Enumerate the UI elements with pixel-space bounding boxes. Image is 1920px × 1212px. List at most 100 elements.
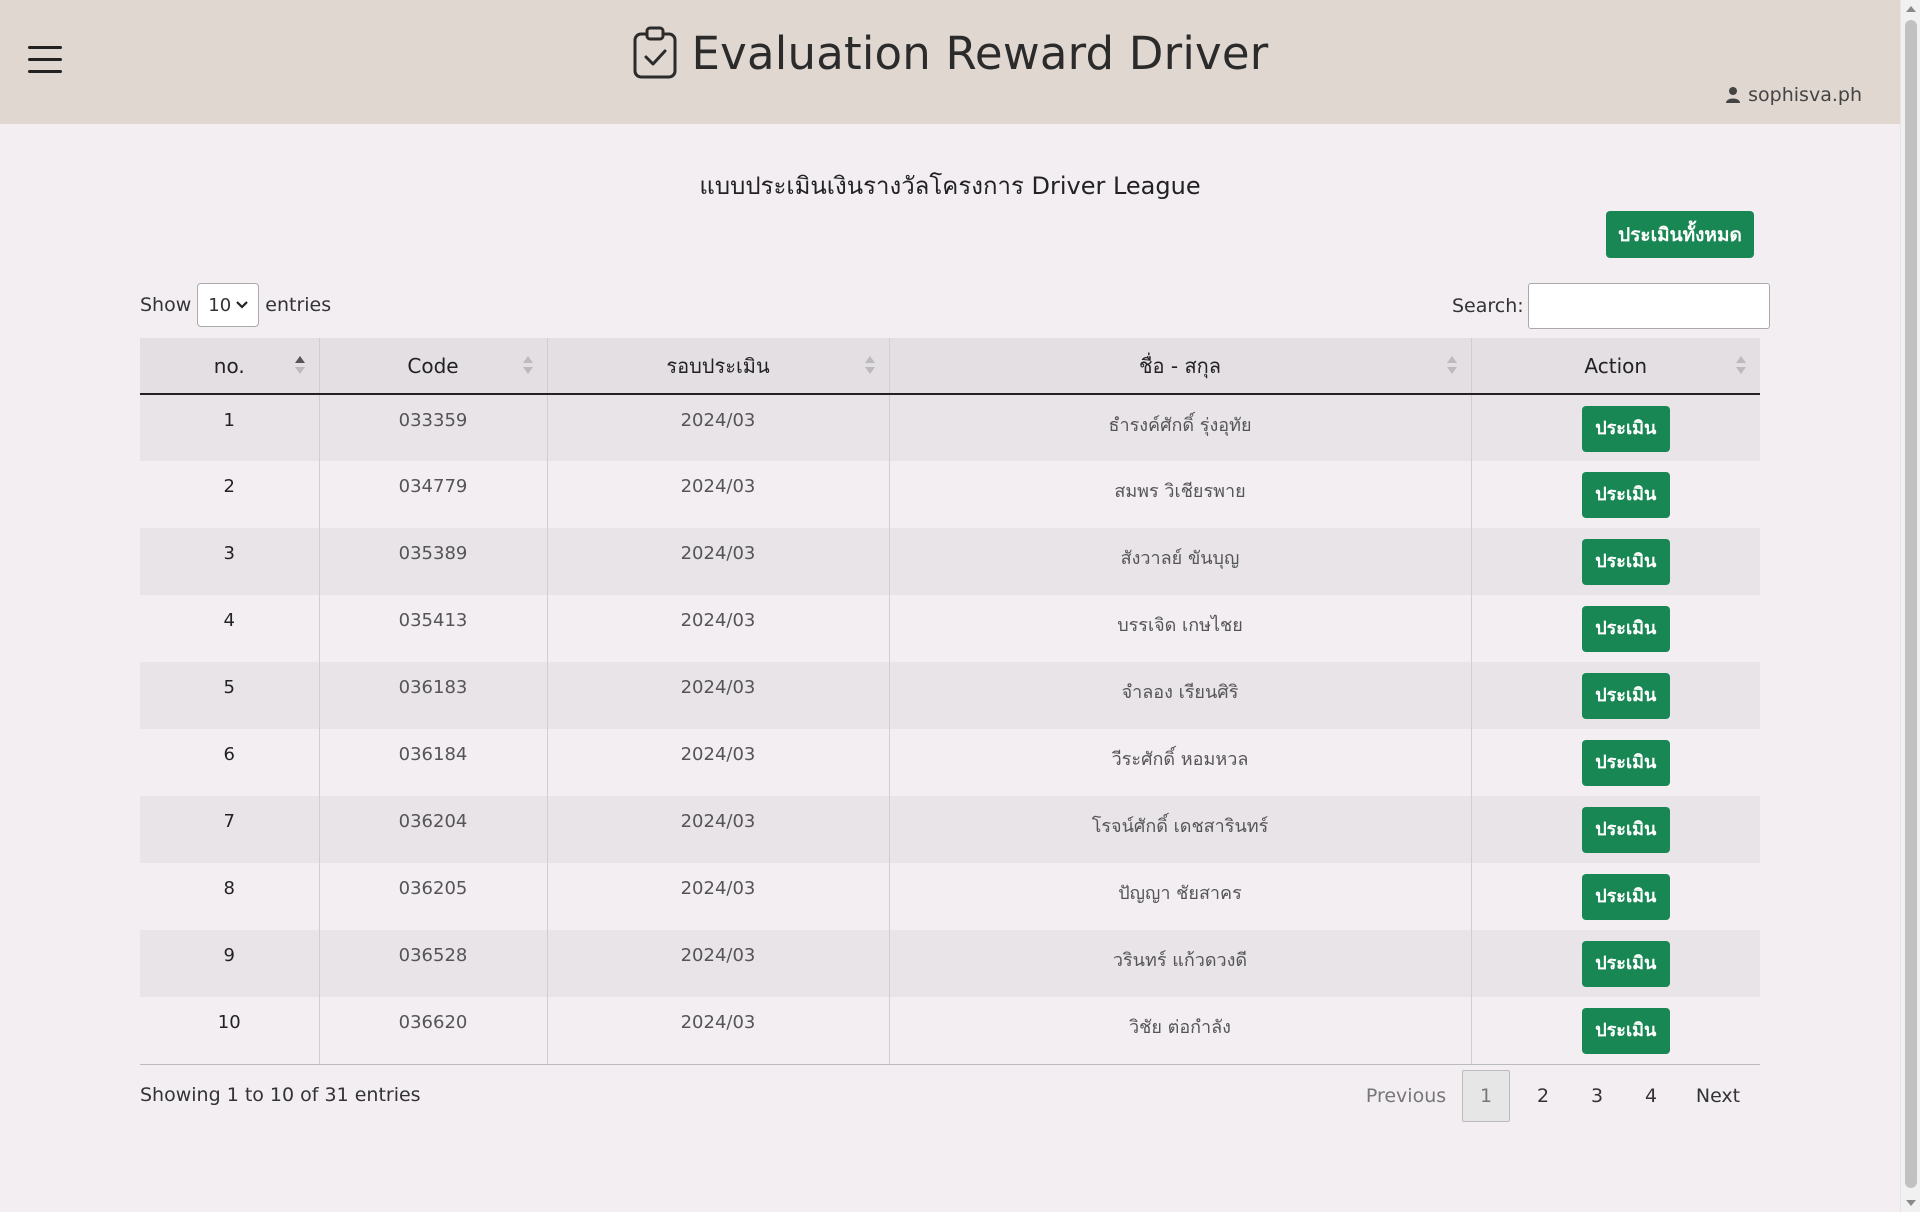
table-row: 8 036205 2024/03 ปัญญา ชัยสาคร ประเมิน: [140, 863, 1760, 930]
cell-code: 034779: [319, 461, 548, 528]
cell-name: บรรเจิด เกษไชย: [889, 595, 1472, 662]
cell-action: ประเมิน: [1471, 930, 1760, 997]
pagination-next[interactable]: Next: [1678, 1070, 1758, 1122]
cell-code: 035413: [319, 595, 548, 662]
cell-no: 5: [140, 662, 320, 729]
clipboard-check-icon: [633, 26, 677, 79]
cell-name: วิชัย ต่อกำลัง: [889, 997, 1472, 1065]
cell-name: ธำรงค์ศักดิ์ รุ่งอุทัย: [889, 394, 1472, 461]
entries-select-value: 10: [208, 294, 232, 316]
evaluate-button[interactable]: ประเมิน: [1581, 539, 1670, 585]
cell-round: 2024/03: [547, 461, 890, 528]
cell-no: 2: [140, 461, 320, 528]
table-row: 4 035413 2024/03 บรรเจิด เกษไชย ประเมิน: [140, 595, 1760, 662]
cell-no: 4: [140, 595, 320, 662]
table-row: 3 035389 2024/03 สังวาลย์ ขันบุญ ประเมิน: [140, 528, 1760, 595]
pagination-page-2[interactable]: 2: [1516, 1070, 1570, 1122]
scroll-thumb[interactable]: [1905, 20, 1917, 1188]
pagination-page-4[interactable]: 4: [1624, 1070, 1678, 1122]
cell-code: 036184: [319, 729, 548, 796]
cell-round: 2024/03: [547, 729, 890, 796]
cell-action: ประเมิน: [1471, 796, 1760, 863]
table-row: 2 034779 2024/03 สมพร วิเชียรพาย ประเมิน: [140, 461, 1760, 528]
cell-no: 10: [140, 997, 320, 1065]
cell-name: สมพร วิเชียรพาย: [889, 461, 1472, 528]
pagination-page-1[interactable]: 1: [1462, 1070, 1510, 1122]
evaluate-button[interactable]: ประเมิน: [1581, 406, 1670, 452]
entries-select[interactable]: 10: [197, 283, 260, 327]
table-row: 10 036620 2024/03 วิชัย ต่อกำลัง ประเมิน: [140, 997, 1760, 1065]
chevron-down-icon: [236, 301, 249, 309]
cell-no: 9: [140, 930, 320, 997]
user-icon: [1726, 87, 1741, 103]
scroll-down-icon[interactable]: [1906, 1200, 1916, 1206]
cell-round: 2024/03: [547, 662, 890, 729]
cell-name: วรินทร์ แก้วดวงดี: [889, 930, 1472, 997]
app-title: Evaluation Reward Driver: [0, 26, 1900, 80]
column-header-code[interactable]: Code: [319, 338, 548, 395]
evaluate-button[interactable]: ประเมิน: [1581, 472, 1670, 518]
entries-length-control: Show 10 entries: [140, 283, 331, 327]
cell-no: 3: [140, 528, 320, 595]
cell-no: 6: [140, 729, 320, 796]
cell-round: 2024/03: [547, 595, 890, 662]
evaluate-button[interactable]: ประเมิน: [1581, 606, 1670, 652]
top-bar: Evaluation Reward Driver sophisva.ph: [0, 0, 1900, 124]
user-name: sophisva.ph: [1748, 84, 1862, 106]
cell-code: 035389: [319, 528, 548, 595]
cell-round: 2024/03: [547, 528, 890, 595]
evaluate-button[interactable]: ประเมิน: [1581, 941, 1670, 987]
sort-asc-icon: [294, 356, 305, 376]
cell-round: 2024/03: [547, 930, 890, 997]
cell-code: 033359: [319, 394, 548, 461]
pagination-page-3[interactable]: 3: [1570, 1070, 1624, 1122]
cell-round: 2024/03: [547, 796, 890, 863]
evaluate-button[interactable]: ประเมิน: [1581, 1008, 1670, 1054]
cell-code: 036528: [319, 930, 548, 997]
evaluate-button[interactable]: ประเมิน: [1581, 740, 1670, 786]
column-header-no[interactable]: no.: [140, 338, 320, 395]
search-input[interactable]: [1527, 283, 1770, 329]
table-row: 9 036528 2024/03 วรินทร์ แก้วดวงดี ประเม…: [140, 930, 1760, 997]
evaluate-button[interactable]: ประเมิน: [1581, 673, 1670, 719]
cell-action: ประเมิน: [1471, 863, 1760, 930]
cell-code: 036620: [319, 997, 548, 1065]
cell-round: 2024/03: [547, 863, 890, 930]
search-control: Search:: [1452, 283, 1770, 329]
column-header-name[interactable]: ชื่อ - สกุล: [889, 338, 1472, 395]
cell-name: วีระศักดิ์ หอมหวล: [889, 729, 1472, 796]
cell-action: ประเมิน: [1471, 729, 1760, 796]
cell-no: 8: [140, 863, 320, 930]
table-header-row: no. Code รอบประเมิน ชื่อ - สกุล Action: [140, 338, 1760, 395]
cell-action: ประเมิน: [1471, 528, 1760, 595]
sort-icon: [1736, 356, 1746, 376]
entries-label: entries: [265, 294, 332, 316]
column-header-round[interactable]: รอบประเมิน: [547, 338, 890, 395]
pagination: Previous 1 2 3 4 Next: [1350, 1070, 1758, 1122]
evaluate-button[interactable]: ประเมิน: [1581, 807, 1670, 853]
evaluate-all-button[interactable]: ประเมินทั้งหมด: [1606, 211, 1754, 258]
sort-icon: [864, 356, 875, 376]
cell-code: 036205: [319, 863, 548, 930]
page-scrollbar[interactable]: [1900, 0, 1920, 1212]
table-row: 6 036184 2024/03 วีระศักดิ์ หอมหวล ประเม…: [140, 729, 1760, 796]
table-info: Showing 1 to 10 of 31 entries: [140, 1084, 421, 1106]
sort-icon: [522, 356, 533, 376]
cell-action: ประเมิน: [1471, 662, 1760, 729]
evaluate-button[interactable]: ประเมิน: [1581, 874, 1670, 920]
cell-action: ประเมิน: [1471, 997, 1760, 1065]
cell-action: ประเมิน: [1471, 595, 1760, 662]
cell-round: 2024/03: [547, 997, 890, 1065]
column-header-action[interactable]: Action: [1471, 338, 1760, 395]
cell-name: ปัญญา ชัยสาคร: [889, 863, 1472, 930]
cell-round: 2024/03: [547, 394, 890, 461]
cell-no: 1: [140, 394, 320, 461]
page-title: แบบประเมินเงินรางวัลโครงการ Driver Leagu…: [699, 172, 1201, 200]
pagination-previous[interactable]: Previous: [1350, 1070, 1462, 1122]
app-title-text: Evaluation Reward Driver: [691, 26, 1269, 80]
user-menu[interactable]: sophisva.ph: [1726, 84, 1862, 106]
show-label: Show: [140, 294, 192, 316]
scroll-up-icon[interactable]: [1906, 6, 1916, 12]
evaluation-table: no. Code รอบประเมิน ชื่อ - สกุล Action 1…: [140, 338, 1760, 1065]
cell-name: โรจน์ศักดิ์ เดชสารินทร์: [889, 796, 1472, 863]
